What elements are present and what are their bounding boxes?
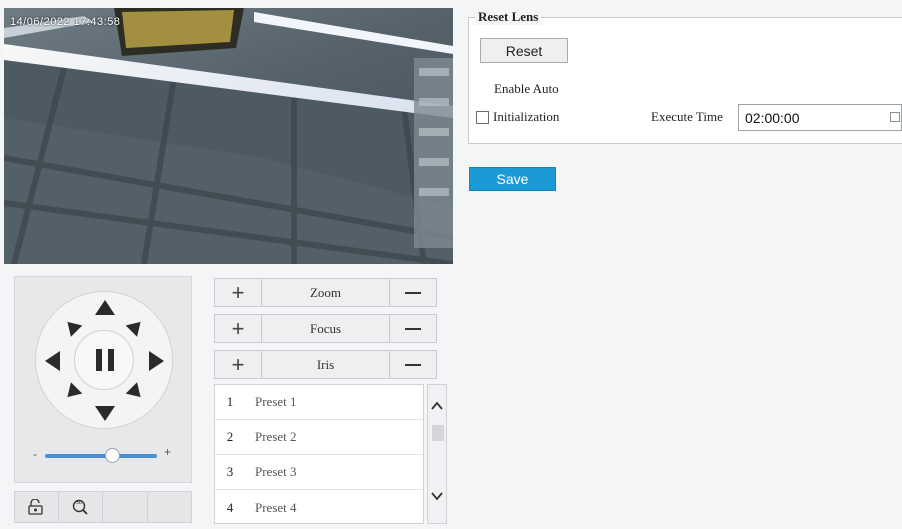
ptz-tool-button-blank-1[interactable] bbox=[103, 491, 148, 523]
iris-close-button[interactable] bbox=[389, 350, 437, 379]
zoom-out-button[interactable] bbox=[389, 278, 437, 307]
pan-left-button[interactable] bbox=[45, 351, 60, 371]
preset-scrollbar[interactable] bbox=[427, 384, 447, 524]
speed-slider-track[interactable] bbox=[45, 448, 157, 463]
preset-name: Preset 4 bbox=[255, 499, 297, 515]
focus-label: Focus bbox=[262, 314, 389, 343]
pause-button[interactable] bbox=[74, 330, 134, 390]
time-picker-icon[interactable] bbox=[890, 112, 900, 122]
initialization-label: Initialization bbox=[493, 109, 560, 124]
preset-number: 4 bbox=[226, 499, 234, 515]
speed-plus-label: + bbox=[164, 445, 172, 459]
focus-control: + Focus bbox=[214, 314, 437, 343]
speed-minus-label: - bbox=[33, 447, 37, 461]
preset-list: 1 Preset 1 2 Preset 2 3 Preset 3 4 Prese… bbox=[214, 384, 424, 524]
save-button[interactable]: Save bbox=[469, 167, 556, 191]
ptz-speed-control: - + bbox=[33, 445, 177, 463]
initialization-checkbox[interactable] bbox=[476, 111, 489, 124]
minus-icon bbox=[405, 291, 421, 294]
3d-positioning-button[interactable]: 3D bbox=[58, 491, 103, 523]
execute-time-label: Execute Time bbox=[651, 109, 723, 124]
zoom-label: Zoom bbox=[262, 278, 389, 307]
focus-near-button[interactable]: + bbox=[214, 314, 262, 343]
minus-icon bbox=[405, 327, 421, 330]
pause-icon bbox=[96, 349, 114, 371]
pan-up-right-button[interactable] bbox=[125, 316, 147, 337]
video-scene bbox=[4, 8, 453, 264]
chevron-up-icon[interactable] bbox=[430, 399, 444, 413]
focus-far-button[interactable] bbox=[389, 314, 437, 343]
video-timestamp-osd: 14/06/2022 17:43:58 bbox=[10, 16, 121, 28]
preset-row[interactable]: 4 Preset 4 bbox=[215, 490, 423, 525]
scrollbar-thumb[interactable] bbox=[432, 425, 444, 441]
enable-auto-label: Enable Auto bbox=[494, 81, 559, 96]
ptz-lock-button[interactable] bbox=[14, 491, 59, 523]
chevron-down-icon[interactable] bbox=[430, 489, 444, 503]
reset-lens-legend: Reset Lens bbox=[475, 9, 542, 25]
preset-name: Preset 1 bbox=[255, 394, 297, 409]
preset-name: Preset 2 bbox=[255, 429, 297, 444]
ptz-direction-panel: - + bbox=[14, 276, 192, 483]
direction-wheel bbox=[35, 291, 173, 429]
live-video-view[interactable]: 14/06/2022 17:43:58 bbox=[4, 8, 453, 264]
pan-down-right-button[interactable] bbox=[125, 382, 147, 403]
preset-row[interactable]: 1 Preset 1 bbox=[215, 385, 423, 420]
pan-up-button[interactable] bbox=[95, 300, 115, 315]
plus-icon: + bbox=[231, 315, 245, 341]
preset-number: 2 bbox=[226, 429, 234, 444]
preset-number: 3 bbox=[226, 464, 234, 479]
minus-icon bbox=[405, 363, 421, 366]
svg-text:3D: 3D bbox=[76, 500, 83, 506]
iris-label: Iris bbox=[262, 350, 389, 379]
preset-name: Preset 3 bbox=[255, 464, 297, 479]
speed-slider-thumb[interactable] bbox=[104, 448, 120, 463]
zoom-in-button[interactable]: + bbox=[214, 278, 262, 307]
plus-icon: + bbox=[231, 351, 245, 377]
pan-up-left-button[interactable] bbox=[61, 316, 83, 337]
zoom-control: + Zoom bbox=[214, 278, 437, 307]
reset-button[interactable]: Reset bbox=[480, 38, 568, 63]
pan-right-button[interactable] bbox=[149, 351, 164, 371]
pan-down-button[interactable] bbox=[95, 406, 115, 421]
preset-row[interactable]: 2 Preset 2 bbox=[215, 420, 423, 455]
iris-open-button[interactable]: + bbox=[214, 350, 262, 379]
preset-row[interactable]: 3 Preset 3 bbox=[215, 455, 423, 490]
ptz-tool-button-blank-2[interactable] bbox=[147, 491, 192, 523]
execute-time-input[interactable] bbox=[738, 104, 902, 131]
preset-number: 1 bbox=[226, 394, 234, 409]
iris-control: + Iris bbox=[214, 350, 437, 379]
plus-icon: + bbox=[231, 279, 245, 305]
ptz-tool-bar: 3D bbox=[14, 491, 192, 523]
lock-icon bbox=[28, 499, 43, 515]
pan-down-left-button[interactable] bbox=[61, 382, 83, 403]
3d-zoom-icon: 3D bbox=[73, 499, 88, 515]
